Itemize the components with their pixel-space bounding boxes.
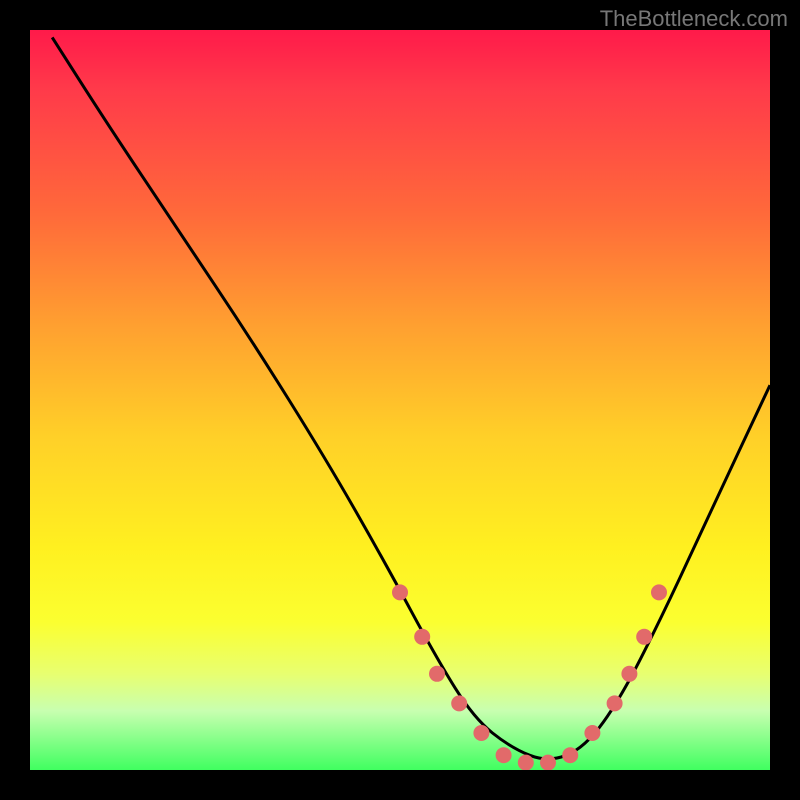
watermark-text: TheBottleneck.com [600, 6, 788, 32]
marker-dot [496, 747, 512, 763]
marker-dot [518, 755, 534, 770]
marker-dot [621, 666, 637, 682]
marker-dot [414, 629, 430, 645]
marker-dot [651, 584, 667, 600]
marker-dot [540, 755, 556, 770]
marker-dot [584, 725, 600, 741]
marker-dot [473, 725, 489, 741]
marker-dot [392, 584, 408, 600]
marker-group [392, 584, 667, 770]
bottleneck-curve [52, 37, 770, 759]
marker-dot [636, 629, 652, 645]
chart-plot-area [30, 30, 770, 770]
marker-dot [607, 695, 623, 711]
marker-dot [562, 747, 578, 763]
marker-dot [429, 666, 445, 682]
chart-svg [30, 30, 770, 770]
marker-dot [451, 695, 467, 711]
curve-group [52, 37, 770, 759]
